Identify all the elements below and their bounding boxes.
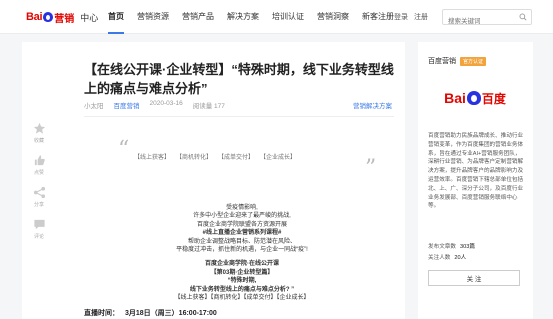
nav-item-training[interactable]: 培训认证 (272, 11, 304, 34)
author-name[interactable]: 百度营销 (428, 56, 456, 66)
search-input[interactable] (443, 14, 515, 29)
course-line: 百度企业商学院·在线公开课 (205, 261, 279, 268)
auth-links: 登录 注册 (394, 12, 428, 22)
nav-item-signup[interactable]: 新客注册 (362, 11, 394, 34)
body-line: 许多中小型企业迎来了最严峻的挑战, (193, 213, 291, 220)
close-quote-icon: ” (365, 156, 377, 181)
author-card: 百度营销 官方认证 Bai 百度 百度营销助力民族品牌成长、推动行业营销变革，作… (418, 42, 533, 319)
course-tags: 【线上获客】【商机转化】【成单交付】【企业成长】 (174, 295, 310, 302)
article-tags: 【线上获客】 【商机转化】 【成单交付】 【企业成长】 (134, 152, 296, 161)
followers-stat: 关注人数 20人 (428, 253, 475, 264)
article-title: 【在线公开课·企业转型】“特殊时期，线下业务转型线上的痛点与难点分析” (84, 62, 394, 96)
star-icon (33, 122, 45, 134)
avatar-logo-bai: Bai (444, 90, 466, 106)
followers-label: 关注人数 (428, 255, 451, 261)
tag[interactable]: 【商机转化】 (176, 152, 212, 161)
article-read-count: 阅读量 177 (192, 103, 225, 110)
live-time-value: 3月18日（周三）16:00-17:00 (125, 310, 217, 317)
open-quote-icon: “ (118, 137, 130, 162)
thumbs-up-icon (34, 155, 45, 166)
nav-item-products[interactable]: 营销产品 (182, 11, 214, 34)
author-name-row: 百度营销 官方认证 (428, 56, 487, 66)
register-link[interactable]: 注册 (414, 12, 428, 22)
like-button[interactable]: 点赞 (33, 154, 46, 176)
article-card: 【在线公开课·企业转型】“特殊时期，线下业务转型线上的痛点与难点分析” 小太阳 … (22, 42, 405, 319)
logo-text-marketing: 营销 (54, 13, 75, 25)
live-time-label: 直播时间： (84, 310, 119, 317)
live-time: 直播时间： 3月18日（周三）16:00-17:00 (84, 308, 217, 318)
comment-label: 评论 (33, 234, 44, 240)
course-line: 【第03期·企业转型篇】 (210, 269, 274, 276)
search-icon[interactable] (519, 13, 527, 21)
body-line: 平稳度过冲击，抓住新的机遇，与企业一同战“疫”! (176, 247, 308, 254)
logo-subtitle: 中心 (80, 12, 99, 23)
article-category[interactable]: 营销解决方案 (353, 100, 392, 110)
main-nav: 首页 营销资源 营销产品 解决方案 培训认证 营销洞察 新客注册 (108, 11, 407, 34)
comment-icon (33, 219, 45, 230)
baidu-marketing-logo[interactable]: Bai 营销 中心 (26, 10, 99, 25)
logo-text-bai: Bai (26, 11, 43, 23)
tag[interactable]: 【企业成长】 (260, 152, 296, 161)
course-line: 线下业务转型线上的痛点与难点分析? ” (189, 286, 295, 293)
article-actions: 收藏 点赞 分享 评论 (30, 122, 48, 250)
top-navigation-bar: Bai 营销 中心 首页 营销资源 营销产品 解决方案 培训认证 营销洞察 新客… (0, 0, 553, 34)
follow-button[interactable]: 关 注 (428, 270, 520, 286)
baidu-paw-icon (43, 12, 54, 22)
official-badge: 官方认证 (460, 56, 487, 66)
course-line: “特殊时期, (227, 278, 257, 285)
tag[interactable]: 【线上获客】 (134, 152, 170, 161)
author-description: 百度营销助力民族品牌成长、推动行业营销变革，作为百度集团的营销业务体系，旨在通过… (428, 133, 524, 210)
favorite-button[interactable]: 收藏 (33, 122, 46, 144)
body-line: #线上直播企业营销系列课程# (202, 230, 282, 237)
body-line: 帮助企业调整战略目标、防范潜在风险、 (187, 238, 296, 245)
article-author[interactable]: 小太阳 (84, 100, 104, 110)
article-source[interactable]: 百度营销 (114, 100, 140, 110)
share-label: 分享 (33, 202, 44, 208)
body-line: 受疫情影响, (226, 205, 258, 211)
body-line: 百度企业商学院联盟各方资源开展 (196, 221, 287, 228)
baidu-paw-icon (466, 91, 481, 105)
share-icon (33, 186, 45, 199)
favorite-label: 收藏 (33, 138, 44, 144)
articles-label: 发布文章数 (428, 244, 456, 250)
search-box (442, 9, 532, 29)
tag[interactable]: 【成单交付】 (218, 152, 254, 161)
article-meta: 小太阳 百度营销 2020-03-16 阅读量 177 营销解决方案 (84, 100, 392, 110)
share-button[interactable]: 分享 (33, 186, 46, 208)
article-body: 受疫情影响, 许多中小型企业迎来了最严峻的挑战, 百度企业商学院联盟各方资源开展… (142, 204, 342, 302)
comment-button[interactable]: 评论 (33, 218, 46, 240)
nav-item-solutions[interactable]: 解决方案 (227, 11, 259, 34)
nav-item-insights[interactable]: 营销洞察 (317, 11, 349, 34)
like-label: 点赞 (33, 170, 44, 176)
divider (84, 116, 394, 117)
author-stats: 发布文章数 303篇 关注人数 20人 (428, 242, 475, 264)
articles-stat: 发布文章数 303篇 (428, 242, 475, 253)
articles-count: 303篇 (459, 244, 475, 250)
nav-item-home[interactable]: 首页 (108, 11, 124, 34)
followers-count: 20人 (454, 255, 467, 261)
author-avatar-logo[interactable]: Bai 百度 (440, 86, 510, 110)
nav-item-resources[interactable]: 营销资源 (137, 11, 169, 34)
avatar-logo-du: 百度 (481, 91, 506, 106)
article-date: 2020-03-16 (149, 100, 183, 107)
login-link[interactable]: 登录 (394, 12, 408, 22)
